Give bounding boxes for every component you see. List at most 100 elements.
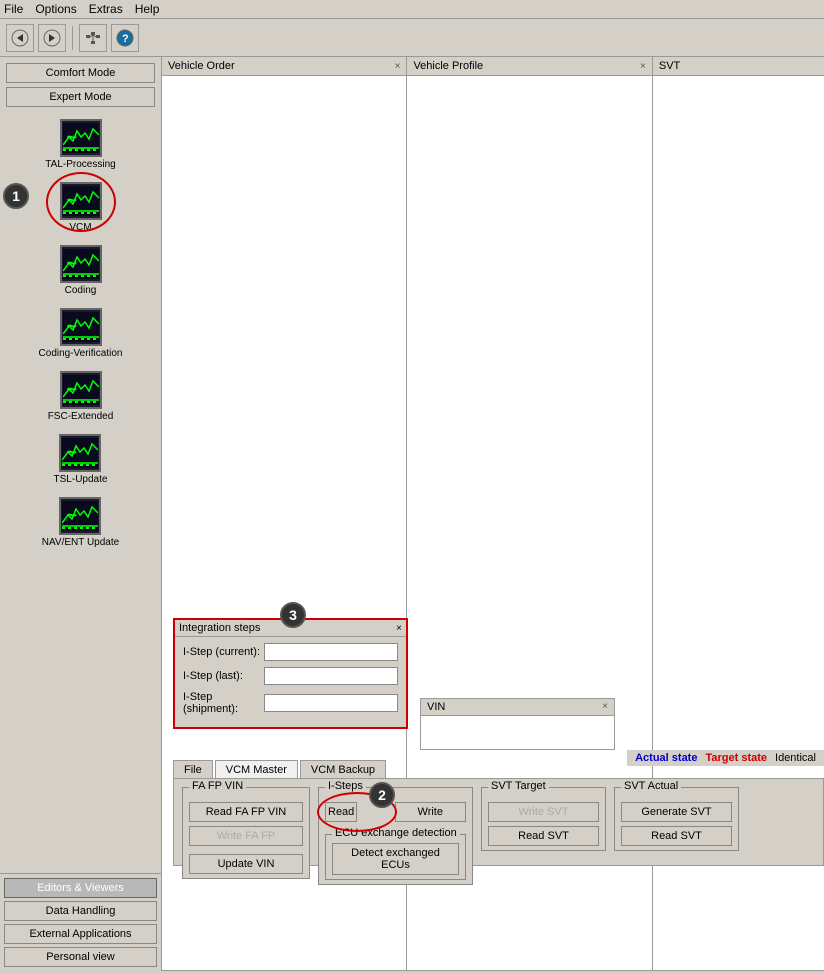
sidebar-item-tsl-update[interactable]: TSL-Update bbox=[52, 432, 110, 487]
istep-current-row: I-Step (current): bbox=[183, 643, 398, 661]
step-badge-1: 1 bbox=[3, 183, 29, 209]
svt-actual-label: SVT Actual bbox=[621, 780, 681, 792]
integration-steps-body: I-Step (current): I-Step (last): I-Step … bbox=[175, 637, 406, 727]
step-badge-2: 2 bbox=[369, 782, 395, 808]
vin-close[interactable]: × bbox=[602, 701, 608, 713]
menu-bar: File Options Extras Help bbox=[0, 0, 824, 19]
i-steps-group-label: I-Steps bbox=[325, 780, 366, 792]
ecu-exchange-group: ECU exchange detection Detect exchanged … bbox=[325, 834, 466, 880]
toolbar: ? bbox=[0, 19, 824, 57]
generate-svt-button[interactable]: Generate SVT bbox=[621, 802, 732, 822]
vehicle-order-title: Vehicle Order bbox=[168, 60, 235, 72]
tsl-update-icon bbox=[59, 434, 101, 472]
write-fa-fp-button[interactable]: Write FA FP bbox=[189, 826, 303, 846]
sidebar-item-fsc-extended[interactable]: FSC-Extended bbox=[46, 369, 116, 424]
vehicle-profile-header: Vehicle Profile × bbox=[407, 57, 651, 76]
vehicle-order-header: Vehicle Order × bbox=[162, 57, 406, 76]
state-bar: Actual state Target state Identical bbox=[627, 750, 824, 766]
menu-extras[interactable]: Extras bbox=[89, 2, 123, 16]
sidebar-item-vcm[interactable]: VCM bbox=[58, 180, 104, 235]
actual-state-label: Actual state bbox=[635, 752, 697, 764]
istep-shipment-row: I-Step (shipment): bbox=[183, 691, 398, 715]
sidebar-item-coding[interactable]: Coding bbox=[58, 243, 104, 298]
sidebar-item-coding-verification[interactable]: Coding-Verification bbox=[37, 306, 125, 361]
istep-last-label: I-Step (last): bbox=[183, 670, 264, 682]
coding-verification-label: Coding-Verification bbox=[39, 348, 123, 359]
svt-title: SVT bbox=[659, 60, 680, 72]
istep-last-input[interactable] bbox=[264, 667, 398, 685]
fa-fp-vin-label: FA FP VIN bbox=[189, 780, 246, 792]
help-button[interactable]: ? bbox=[111, 24, 139, 52]
tsl-update-label: TSL-Update bbox=[54, 474, 108, 485]
target-state-label: Target state bbox=[705, 752, 767, 764]
detect-exchanged-ecus-button[interactable]: Detect exchanged ECUs bbox=[332, 843, 459, 875]
vehicle-order-close[interactable]: × bbox=[395, 61, 401, 72]
svt-actual-group: SVT Actual Generate SVT Read SVT bbox=[614, 787, 739, 851]
istep-current-input[interactable] bbox=[264, 643, 398, 661]
sidebar-item-tal-processing[interactable]: TAL-Processing bbox=[43, 117, 117, 172]
tal-processing-label: TAL-Processing bbox=[45, 159, 115, 170]
istep-last-row: I-Step (last): bbox=[183, 667, 398, 685]
network-button[interactable] bbox=[79, 24, 107, 52]
tabs-row: File VCM Master VCM Backup bbox=[173, 760, 388, 780]
integration-steps-panel: Integration steps × I-Step (current): I-… bbox=[173, 618, 408, 729]
i-steps-read-button[interactable]: Read bbox=[325, 802, 357, 822]
expert-mode-button[interactable]: Expert Mode bbox=[6, 87, 155, 107]
integration-steps-title: Integration steps bbox=[179, 622, 260, 634]
step-badge-3: 3 bbox=[280, 602, 306, 628]
fsc-extended-icon bbox=[60, 371, 102, 409]
vin-title: VIN bbox=[427, 701, 445, 713]
data-handling-button[interactable]: Data Handling bbox=[4, 901, 157, 921]
svt-target-group: SVT Target Write SVT Read SVT bbox=[481, 787, 606, 851]
vin-panel: VIN × bbox=[420, 698, 615, 750]
integration-steps-close[interactable]: × bbox=[396, 623, 402, 634]
external-applications-button[interactable]: External Applications bbox=[4, 924, 157, 944]
editors-viewers-button[interactable]: Editors & Viewers bbox=[4, 878, 157, 898]
i-steps-group: I-Steps Read 2 Write ECU exchange detect… bbox=[318, 787, 473, 885]
vcm-icon bbox=[60, 182, 102, 220]
menu-file[interactable]: File bbox=[4, 2, 23, 16]
sidebar-item-nav-ent-update[interactable]: NAV/ENT Update bbox=[40, 495, 121, 550]
menu-options[interactable]: Options bbox=[35, 2, 76, 16]
fa-fp-vin-group: FA FP VIN Read FA FP VIN Write FA FP Upd… bbox=[182, 787, 310, 879]
identical-label: Identical bbox=[775, 752, 816, 764]
ecu-exchange-label: ECU exchange detection bbox=[332, 827, 460, 839]
svt-header: SVT bbox=[653, 57, 824, 76]
nav-ent-update-label: NAV/ENT Update bbox=[42, 537, 119, 548]
coding-verification-icon bbox=[60, 308, 102, 346]
forward-button[interactable] bbox=[38, 24, 66, 52]
comfort-mode-button[interactable]: Comfort Mode bbox=[6, 63, 155, 83]
tal-processing-icon bbox=[60, 119, 102, 157]
bottom-main-content: FA FP VIN Read FA FP VIN Write FA FP Upd… bbox=[173, 778, 824, 866]
istep-shipment-label: I-Step (shipment): bbox=[183, 691, 264, 715]
personal-view-button[interactable]: Personal view bbox=[4, 947, 157, 967]
sidebar-top: Comfort Mode Expert Mode bbox=[0, 57, 161, 113]
i-steps-buttons: Read 2 Write bbox=[325, 802, 466, 822]
sidebar-items: TAL-Processing VCM bbox=[0, 113, 161, 873]
nav-ent-update-icon bbox=[59, 497, 101, 535]
svg-text:?: ? bbox=[122, 33, 129, 45]
vin-header: VIN × bbox=[421, 699, 614, 716]
tab-file[interactable]: File bbox=[173, 760, 213, 780]
update-vin-button[interactable]: Update VIN bbox=[189, 854, 303, 874]
i-steps-write-button[interactable]: Write bbox=[395, 802, 467, 822]
coding-icon bbox=[60, 245, 102, 283]
fsc-extended-label: FSC-Extended bbox=[48, 411, 114, 422]
vehicle-profile-title: Vehicle Profile bbox=[413, 60, 483, 72]
read-fa-fp-vin-button[interactable]: Read FA FP VIN bbox=[189, 802, 303, 822]
read-svt-actual-button[interactable]: Read SVT bbox=[621, 826, 732, 846]
vcm-label: VCM bbox=[69, 222, 91, 233]
tab-vcm-master[interactable]: VCM Master bbox=[215, 760, 298, 780]
toolbar-separator bbox=[72, 26, 73, 50]
vehicle-profile-close[interactable]: × bbox=[640, 61, 646, 72]
svt-target-label: SVT Target bbox=[488, 780, 549, 792]
sidebar-bottom: Editors & Viewers Data Handling External… bbox=[0, 873, 161, 971]
istep-shipment-input[interactable] bbox=[264, 694, 398, 712]
read-svt-target-button[interactable]: Read SVT bbox=[488, 826, 599, 846]
tab-vcm-backup[interactable]: VCM Backup bbox=[300, 760, 386, 780]
read-btn-wrapper: Read 2 bbox=[325, 802, 391, 822]
write-svt-button[interactable]: Write SVT bbox=[488, 802, 599, 822]
back-button[interactable] bbox=[6, 24, 34, 52]
menu-help[interactable]: Help bbox=[135, 2, 160, 16]
istep-current-label: I-Step (current): bbox=[183, 646, 264, 658]
